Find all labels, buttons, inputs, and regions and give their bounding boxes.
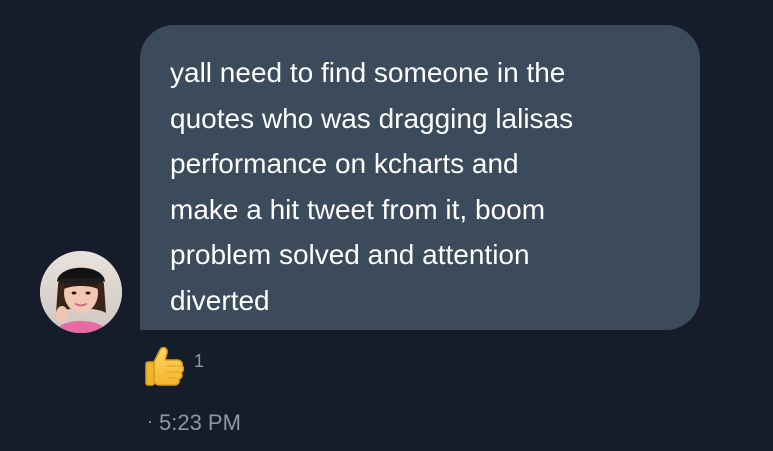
message-bubble[interactable]: yall need to find someone in the quotes … — [140, 25, 700, 330]
timestamp-dot: · — [147, 411, 153, 431]
message-meta: · 5:23 PM — [147, 410, 241, 436]
reaction-count: 1 — [194, 350, 205, 371]
timestamp: 5:23 PM — [159, 410, 241, 435]
reaction-badge[interactable]: 1 — [140, 343, 204, 389]
message-text: yall need to find someone in the quotes … — [170, 57, 574, 316]
sender-avatar[interactable] — [40, 251, 122, 333]
avatar-image — [40, 251, 122, 333]
thumbs-up-icon — [140, 342, 188, 390]
